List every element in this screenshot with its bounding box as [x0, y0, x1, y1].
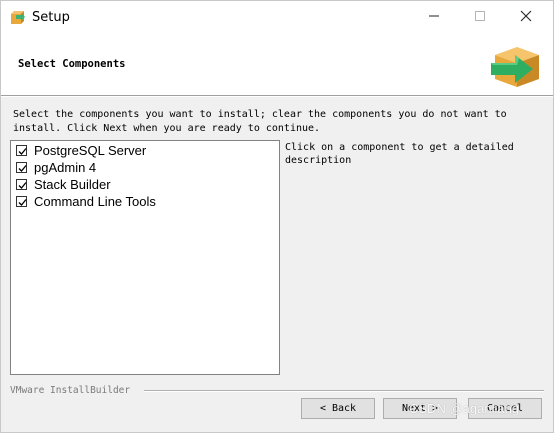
- component-item-stack-builder[interactable]: Stack Builder: [16, 176, 111, 192]
- back-button[interactable]: < Back: [301, 398, 375, 419]
- component-item-postgresql-server[interactable]: PostgreSQL Server: [16, 142, 146, 158]
- header-divider-highlight: [1, 96, 553, 97]
- component-description: Click on a component to get a detailed d…: [285, 142, 514, 166]
- checkmark-icon: [18, 164, 27, 172]
- checkbox[interactable]: [16, 195, 27, 207]
- checkmark-icon: [18, 147, 27, 155]
- page-title: Select Components: [18, 58, 126, 70]
- installbuilder-brand: VMware InstallBuilder: [10, 385, 131, 396]
- next-button[interactable]: Next >: [383, 398, 457, 419]
- setup-window: Setup Select Components Select the compo…: [0, 0, 554, 433]
- app-icon: [10, 9, 26, 25]
- instructions-text: Select the components you want to instal…: [13, 109, 507, 134]
- component-label: PostgreSQL Server: [34, 142, 147, 158]
- close-button[interactable]: [503, 1, 549, 35]
- cancel-button[interactable]: Cancel: [468, 398, 542, 419]
- minimize-icon: [428, 10, 440, 26]
- checkmark-icon: [18, 198, 27, 206]
- minimize-button[interactable]: [411, 1, 457, 35]
- maximize-icon: [474, 10, 486, 26]
- checkbox[interactable]: [16, 178, 27, 190]
- component-label: pgAdmin 4: [34, 159, 97, 175]
- component-item-command-line-tools[interactable]: Command Line Tools: [16, 193, 156, 209]
- close-icon: [520, 10, 532, 26]
- footer-divider-highlight: [144, 391, 544, 392]
- window-title: Setup: [32, 10, 70, 25]
- page-header: Select Components: [1, 35, 553, 95]
- maximize-button[interactable]: [457, 1, 503, 35]
- checkmark-icon: [18, 181, 27, 189]
- component-list[interactable]: PostgreSQL Server pgAdmin 4 Stack Builde…: [10, 140, 280, 375]
- title-bar: Setup: [1, 1, 553, 35]
- component-label: Stack Builder: [34, 176, 111, 192]
- component-item-pgadmin[interactable]: pgAdmin 4: [16, 159, 96, 175]
- install-box-arrow-icon: [489, 41, 547, 89]
- component-label: Command Line Tools: [34, 193, 156, 209]
- checkbox[interactable]: [16, 161, 27, 173]
- checkbox[interactable]: [16, 144, 27, 156]
